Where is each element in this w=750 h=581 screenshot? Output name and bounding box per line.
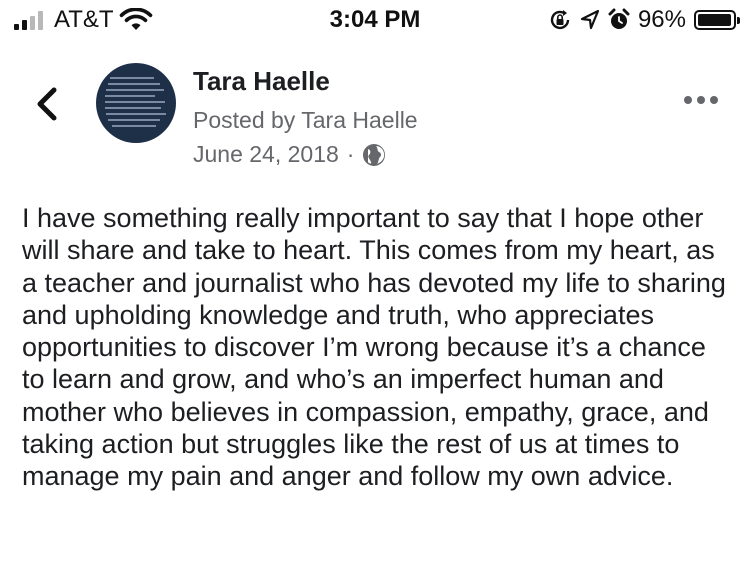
- location-arrow-icon: [580, 9, 600, 30]
- status-bar: AT&T 3:04 PM 96%: [0, 0, 750, 40]
- back-chevron-icon[interactable]: [32, 84, 62, 124]
- post-date[interactable]: June 24, 2018: [193, 141, 339, 168]
- more-dot-icon: [710, 96, 718, 104]
- battery-percentage: 96%: [637, 6, 686, 33]
- more-dot-icon: [684, 96, 692, 104]
- battery-icon: [694, 10, 740, 30]
- more-dot-icon: [697, 96, 705, 104]
- avatar[interactable]: [96, 63, 176, 143]
- status-icons: 96%: [548, 6, 740, 34]
- orientation-lock-icon: [550, 10, 570, 30]
- meta-separator: ·: [346, 141, 355, 167]
- post-body-text: I have something really important to say…: [22, 203, 726, 492]
- more-options-button[interactable]: [684, 96, 718, 104]
- posted-by-label: Posted by Tara Haelle: [193, 107, 418, 133]
- battery-level-fill: [698, 14, 731, 26]
- alarm-icon: [608, 8, 630, 29]
- post-meta: June 24, 2018 ·: [193, 141, 386, 168]
- post-author-name[interactable]: Tara Haelle: [193, 66, 330, 97]
- globe-icon: [363, 143, 386, 166]
